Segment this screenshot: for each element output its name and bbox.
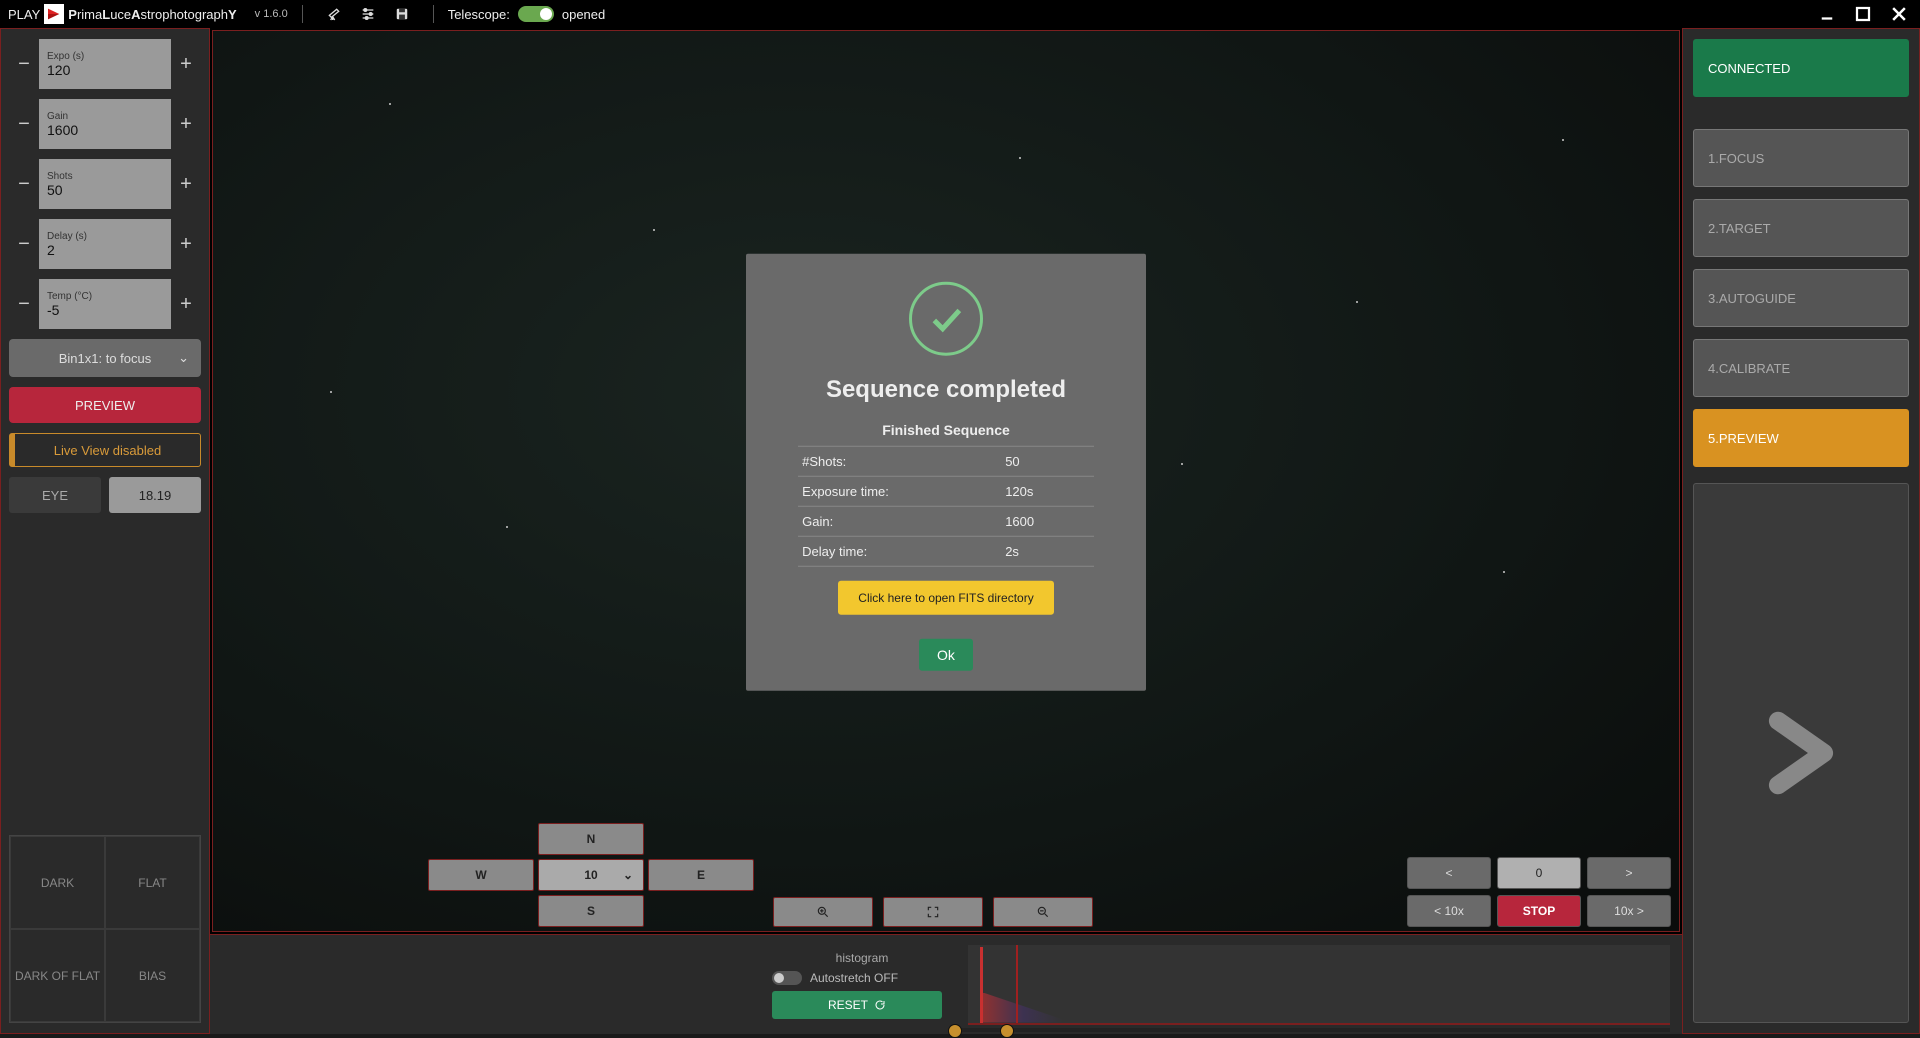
gain-field[interactable]: Gain1600 [39,99,171,149]
connected-status[interactable]: CONNECTED [1693,39,1909,97]
expo-field[interactable]: Expo (s)120 [39,39,171,89]
modal-ok-button[interactable]: Ok [919,639,973,671]
gain-stepper: − Gain1600 + [9,99,201,149]
shots-plus[interactable]: + [171,159,201,209]
version-label: v 1.6.0 [255,8,288,20]
minimize-button[interactable] [1814,1,1840,27]
histogram-reset-button[interactable]: RESET [772,991,942,1019]
frame-bias[interactable]: BIAS [105,929,200,1022]
nav-value: 0 [1497,857,1581,889]
play-label: PLAY [8,7,40,22]
autostretch-toggle[interactable] [772,971,802,985]
autostretch-label: Autostretch OFF [810,971,898,985]
liveview-status[interactable]: Live View disabled [9,433,201,467]
frame-type-grid: DARK FLAT DARK OF FLAT BIAS [9,835,201,1023]
nesw-s[interactable]: S [538,895,644,927]
check-icon [909,282,983,356]
zoom-out-button[interactable] [993,897,1093,927]
shots-minus[interactable]: − [9,159,39,209]
save-icon[interactable] [391,3,413,25]
maximize-button[interactable] [1850,1,1876,27]
temp-minus[interactable]: − [9,279,39,329]
delay-plus[interactable]: + [171,219,201,269]
zoom-row [773,897,1093,927]
frame-darkofflat[interactable]: DARK OF FLAT [10,929,105,1022]
gain-minus[interactable]: − [9,99,39,149]
step-target[interactable]: 2.TARGET [1693,199,1909,257]
settings-icon[interactable] [357,3,379,25]
sequence-complete-modal: Sequence completed Finished Sequence #Sh… [746,254,1146,691]
app-brand: PrimaLuceAstrophotographY [68,7,236,22]
nav-back10[interactable]: < 10x [1407,895,1491,927]
autostretch-row: Autostretch OFF [772,971,898,985]
modal-title: Sequence completed [770,376,1122,404]
delay-stepper: − Delay (s)2 + [9,219,201,269]
nav-back[interactable]: < [1407,857,1491,889]
binning-select[interactable]: Bin1x1: to focus [9,339,201,377]
histogram-slider[interactable] [954,1028,1670,1032]
nesw-n[interactable]: N [538,823,644,855]
nav-fwd10[interactable]: 10x > [1587,895,1671,927]
step-focus[interactable]: 1.FOCUS [1693,129,1909,187]
histogram-graph[interactable] [968,945,1670,1025]
center-area: N W 10 E S < 0 > < 10x STOP [210,28,1682,1034]
preview-button[interactable]: PREVIEW [9,387,201,423]
right-panel: CONNECTED 1.FOCUS 2.TARGET 3.AUTOGUIDE 4… [1682,28,1920,1034]
gain-plus[interactable]: + [171,99,201,149]
close-button[interactable] [1886,1,1912,27]
zoom-in-button[interactable] [773,897,873,927]
expo-plus[interactable]: + [171,39,201,89]
telescope-icon[interactable] [323,3,345,25]
step-autoguide[interactable]: 3.AUTOGUIDE [1693,269,1909,327]
preview-area[interactable]: N W 10 E S < 0 > < 10x STOP [212,30,1680,932]
frame-nav: < 0 > < 10x STOP 10x > [1407,857,1671,927]
histogram-strip: histogram Autostretch OFF RESET [210,934,1682,1034]
telescope-state: opened [562,7,605,22]
title-bar: PLAY PrimaLuceAstrophotographY v 1.6.0 T… [0,0,1920,28]
telescope-label: Telescope: [448,7,510,22]
telescope-toggle[interactable] [518,6,554,22]
temp-field[interactable]: Temp (°C)-5 [39,279,171,329]
nav-fwd[interactable]: > [1587,857,1671,889]
expo-stepper: − Expo (s)120 + [9,39,201,89]
nesw-w[interactable]: W [428,859,534,891]
zoom-fit-button[interactable] [883,897,983,927]
modal-subtitle: Finished Sequence [770,422,1122,438]
nav-stop[interactable]: STOP [1497,895,1581,927]
expo-minus[interactable]: − [9,39,39,89]
go-button[interactable] [1693,483,1909,1023]
temp-plus[interactable]: + [171,279,201,329]
shots-field[interactable]: Shots50 [39,159,171,209]
shots-stepper: − Shots50 + [9,159,201,209]
temp-stepper: − Temp (°C)-5 + [9,279,201,329]
step-calibrate[interactable]: 4.CALIBRATE [1693,339,1909,397]
frame-flat[interactable]: FLAT [105,836,200,929]
eye-label[interactable]: EYE [9,477,101,513]
step-preview[interactable]: 5.PREVIEW [1693,409,1909,467]
eye-value: 18.19 [109,477,201,513]
delay-field[interactable]: Delay (s)2 [39,219,171,269]
modal-table: #Shots:50 Exposure time:120s Gain:1600 D… [798,446,1094,567]
nesw-pad: N W 10 E S [428,823,754,927]
histogram-title: histogram [836,951,889,965]
open-fits-button[interactable]: Click here to open FITS directory [838,581,1053,615]
nesw-speed-select[interactable]: 10 [538,859,644,891]
app-logo-icon [44,4,64,24]
frame-dark[interactable]: DARK [10,836,105,929]
delay-minus[interactable]: − [9,219,39,269]
nesw-e[interactable]: E [648,859,754,891]
left-panel: − Expo (s)120 + − Gain1600 + − Shots50 +… [0,28,210,1034]
